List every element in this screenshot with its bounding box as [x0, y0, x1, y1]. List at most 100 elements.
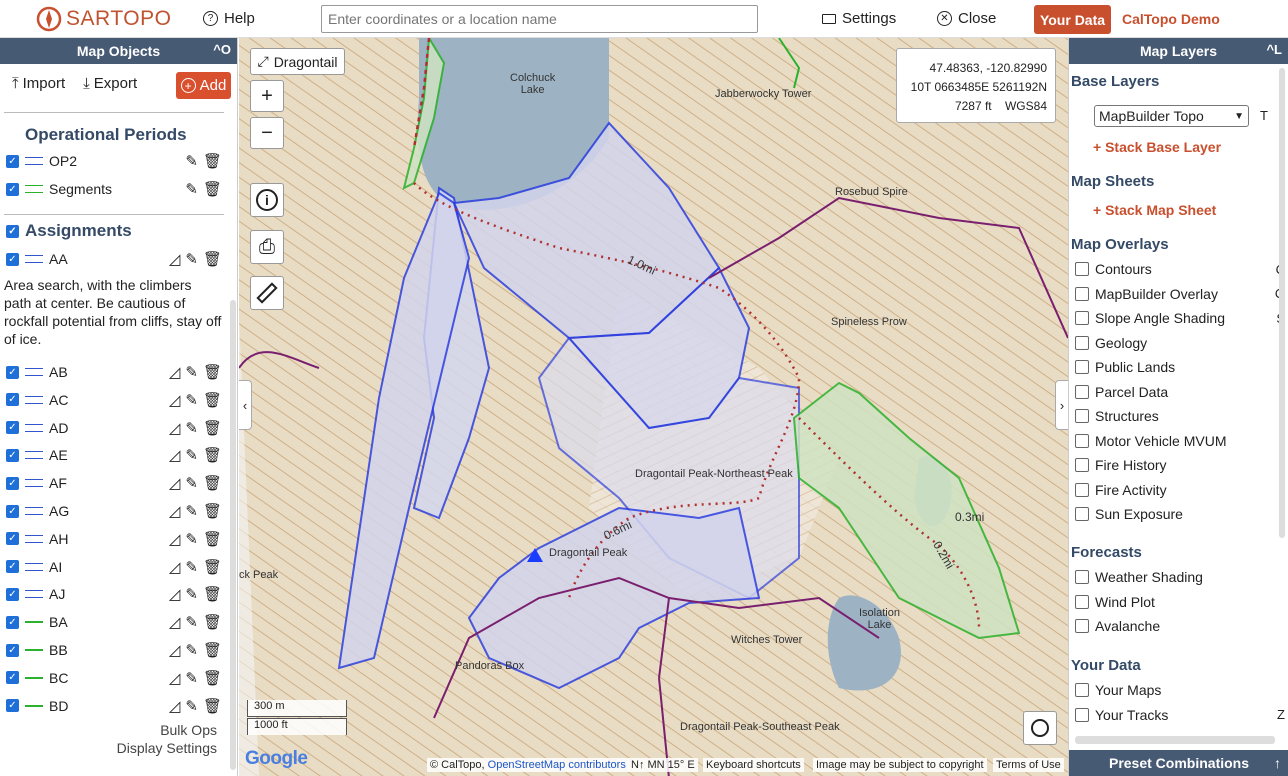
- trash-icon[interactable]: 🗑: [203, 363, 222, 381]
- trash-icon[interactable]: 🗑: [203, 446, 222, 464]
- overlays-item[interactable]: Geology: [1075, 335, 1285, 351]
- checkbox[interactable]: ✓: [6, 671, 19, 685]
- edit-icon[interactable]: ✎: [185, 641, 198, 659]
- profile-icon[interactable]: ◿: [169, 474, 181, 492]
- assignment-bc[interactable]: ✓ BC ◿ ✎ 🗑: [6, 667, 226, 689]
- overlays-item[interactable]: Parcel Data: [1075, 384, 1285, 400]
- panel-shortcut[interactable]: ^L: [1266, 42, 1282, 57]
- checkbox[interactable]: [1075, 458, 1089, 472]
- overlays-item[interactable]: Fire Activity: [1075, 482, 1285, 498]
- assignment-aj[interactable]: ✓ AJ ◿ ✎ 🗑: [6, 583, 226, 605]
- checkbox[interactable]: [1075, 311, 1089, 325]
- zoom-in-button[interactable]: +: [250, 80, 284, 112]
- overlays-item[interactable]: Motor Vehicle MVUM: [1075, 433, 1285, 449]
- overlays-item[interactable]: Sun Exposure: [1075, 506, 1285, 522]
- export-button[interactable]: ⤓ Export: [83, 75, 137, 92]
- dragontail-map-button[interactable]: ⤢ Dragontail: [250, 48, 345, 75]
- trash-icon[interactable]: 🗑: [203, 613, 222, 631]
- profile-icon[interactable]: ◿: [169, 613, 181, 631]
- checkbox[interactable]: [1075, 683, 1089, 697]
- assignment-bb[interactable]: ✓ BB ◿ ✎ 🗑: [6, 639, 226, 661]
- info-button[interactable]: i: [250, 183, 284, 217]
- your-data-button[interactable]: Your Data: [1034, 5, 1111, 34]
- trash-icon[interactable]: 🗑: [203, 391, 222, 409]
- checkbox[interactable]: [1075, 286, 1089, 301]
- checkbox[interactable]: ✓: [6, 448, 19, 462]
- checkbox[interactable]: ✓: [6, 560, 19, 574]
- edit-icon[interactable]: ✎: [185, 446, 198, 464]
- edit-icon[interactable]: ✎: [185, 474, 198, 492]
- checkbox[interactable]: ✓: [6, 587, 19, 601]
- checkbox[interactable]: ✓: [6, 476, 19, 490]
- scrollbar[interactable]: [230, 300, 236, 770]
- search-input[interactable]: [321, 5, 758, 33]
- forecasts-item[interactable]: Wind Plot: [1075, 594, 1285, 610]
- settings-button[interactable]: Settings: [822, 10, 896, 27]
- checkbox[interactable]: [1075, 384, 1089, 399]
- edit-icon[interactable]: ✎: [185, 180, 198, 198]
- checkbox[interactable]: [1075, 570, 1089, 584]
- osm-link[interactable]: OpenStreetMap contributors: [488, 759, 626, 771]
- checkbox[interactable]: ✓: [6, 365, 19, 379]
- checkbox[interactable]: [1075, 335, 1089, 350]
- profile-icon[interactable]: ◿: [169, 391, 181, 409]
- edit-icon[interactable]: ✎: [185, 585, 198, 603]
- trash-icon[interactable]: 🗑: [203, 152, 222, 170]
- preset-combinations-bar[interactable]: Preset Combinations ↑: [1069, 750, 1288, 776]
- trash-icon[interactable]: 🗑: [203, 558, 222, 576]
- checkbox[interactable]: ✓: [6, 532, 19, 546]
- profile-icon[interactable]: ◿: [169, 669, 181, 687]
- edit-icon[interactable]: ✎: [185, 613, 198, 631]
- assignment-ai[interactable]: ✓ AI ◿ ✎ 🗑: [6, 556, 226, 578]
- checkbox[interactable]: [1075, 507, 1089, 521]
- assignment-ae[interactable]: ✓ AE ◿ ✎ 🗑: [6, 444, 226, 466]
- sartopo-logo[interactable]: SARTOPO: [36, 6, 171, 32]
- edit-icon[interactable]: ✎: [185, 250, 198, 268]
- help-button[interactable]: ? Help: [203, 10, 255, 27]
- trash-icon[interactable]: 🗑: [203, 250, 222, 268]
- profile-icon[interactable]: ◿: [169, 250, 181, 268]
- peak-marker-icon[interactable]: [527, 548, 543, 562]
- profile-icon[interactable]: ◿: [169, 530, 181, 548]
- profile-icon[interactable]: ◿: [169, 558, 181, 576]
- scrollbar[interactable]: [1279, 68, 1285, 538]
- overlays-item[interactable]: MapBuilder OverlayO: [1075, 286, 1285, 302]
- datalist-item[interactable]: Your Tracks Z: [1075, 707, 1285, 723]
- trash-icon[interactable]: 🗑: [203, 502, 222, 520]
- print-button[interactable]: ⎙: [250, 230, 284, 264]
- checkbox[interactable]: [1075, 707, 1089, 722]
- overlays-item[interactable]: Slope Angle ShadingS: [1075, 310, 1285, 326]
- op-item-segments[interactable]: ✓ Segments ✎ 🗑: [6, 178, 226, 200]
- checkbox[interactable]: ✓: [6, 421, 19, 435]
- edit-icon[interactable]: ✎: [185, 502, 198, 520]
- trash-icon[interactable]: 🗑: [203, 641, 222, 659]
- checkbox[interactable]: [1075, 594, 1089, 609]
- horizontal-scrollbar[interactable]: [1075, 736, 1275, 744]
- forecasts-item[interactable]: Avalanche: [1075, 618, 1285, 634]
- trash-icon[interactable]: 🗑: [203, 474, 222, 492]
- checkbox[interactable]: ✓: [6, 252, 19, 266]
- checkbox[interactable]: ✓: [6, 154, 19, 168]
- assignment-bd[interactable]: ✓ BD ◿ ✎ 🗑: [6, 695, 226, 717]
- checkbox[interactable]: [1075, 409, 1089, 423]
- assignment-af[interactable]: ✓ AF ◿ ✎ 🗑: [6, 472, 226, 494]
- checkbox[interactable]: ✓: [6, 224, 19, 238]
- trash-icon[interactable]: 🗑: [203, 669, 222, 687]
- assignment-ag[interactable]: ✓ AG ◿ ✎ 🗑: [6, 500, 226, 522]
- trash-icon[interactable]: 🗑: [203, 585, 222, 603]
- checkbox[interactable]: ✓: [6, 182, 19, 196]
- profile-icon[interactable]: ◿: [169, 502, 181, 520]
- checkbox[interactable]: ✓: [6, 504, 19, 518]
- assignment-ba[interactable]: ✓ BA ◿ ✎ 🗑: [6, 611, 226, 633]
- assignment-ac[interactable]: ✓ AC ◿ ✎ 🗑: [6, 389, 226, 411]
- overlays-item[interactable]: Fire History: [1075, 457, 1285, 473]
- profile-icon[interactable]: ◿: [169, 641, 181, 659]
- profile-icon[interactable]: ◿: [169, 419, 181, 437]
- edit-icon[interactable]: ✎: [185, 530, 198, 548]
- edit-icon[interactable]: ✎: [185, 669, 198, 687]
- profile-icon[interactable]: ◿: [169, 446, 181, 464]
- checkbox[interactable]: ✓: [6, 643, 19, 657]
- panel-shortcut[interactable]: ^O: [213, 42, 231, 57]
- datalist-item[interactable]: Your Maps: [1075, 682, 1285, 698]
- edit-icon[interactable]: ✎: [185, 363, 198, 381]
